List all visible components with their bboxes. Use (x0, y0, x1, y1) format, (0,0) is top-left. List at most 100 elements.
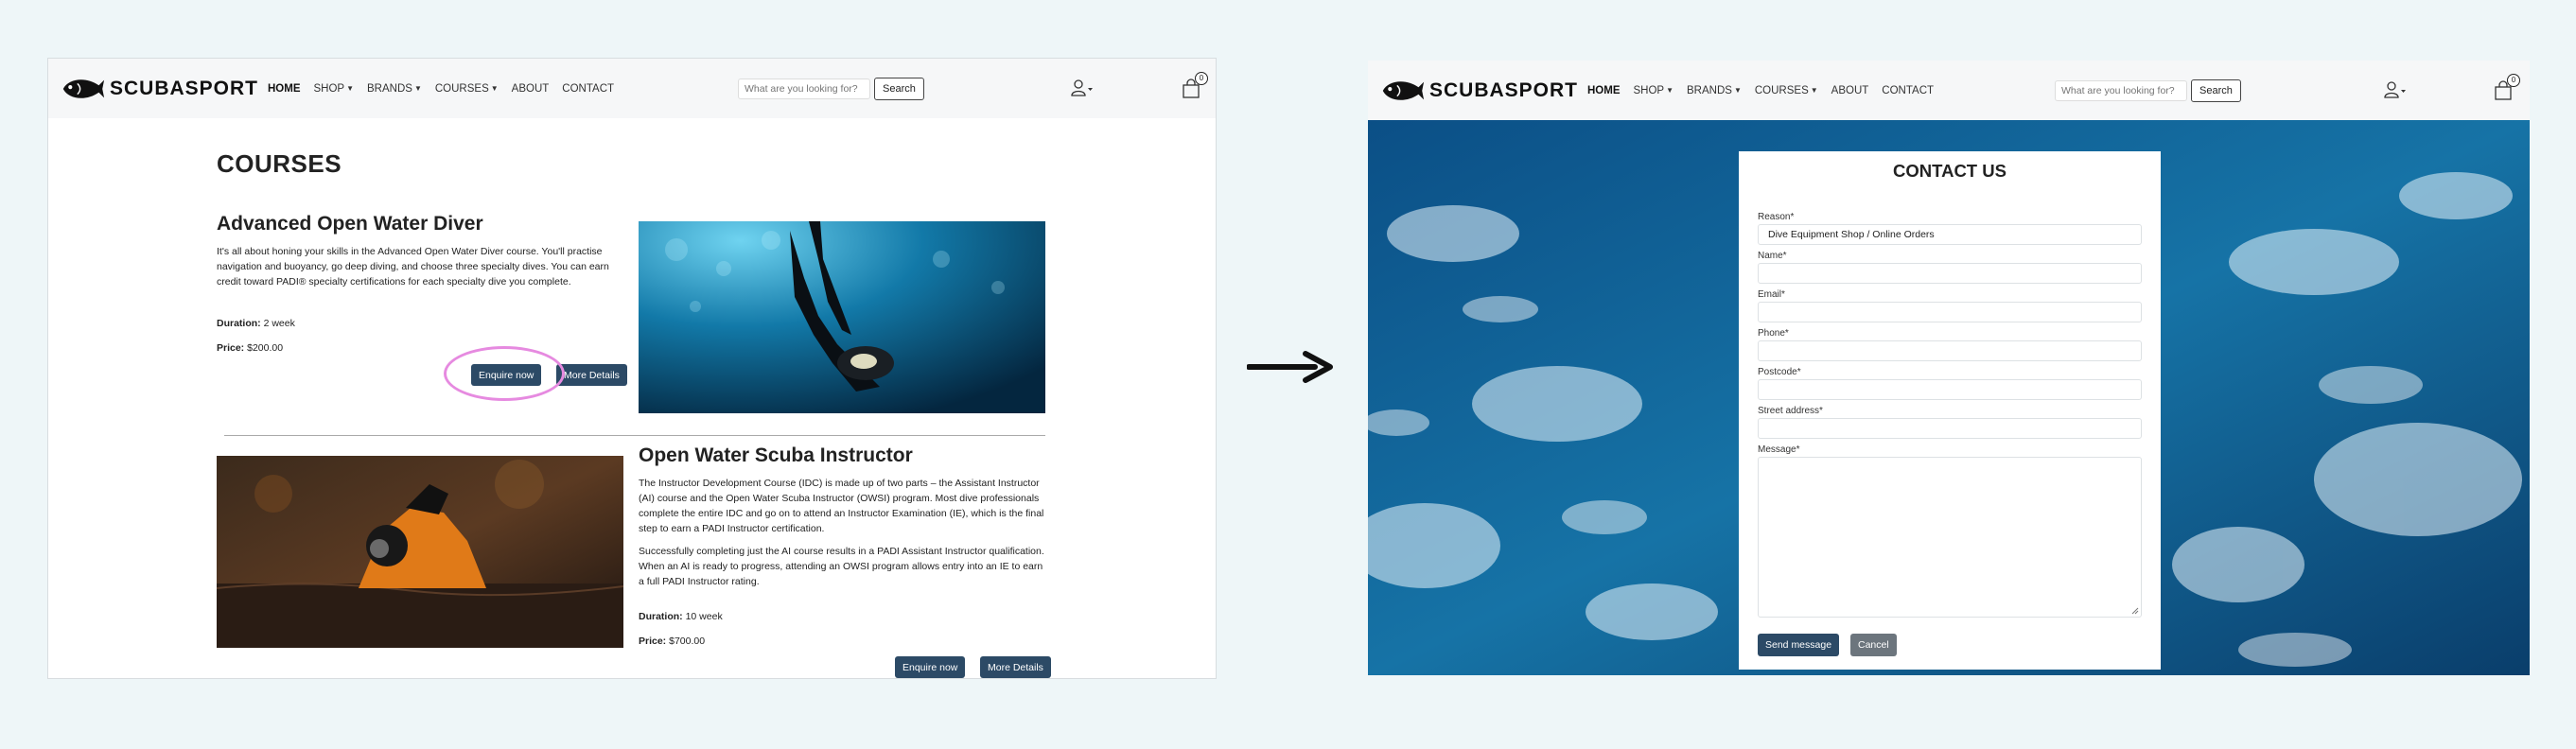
chevron-down-icon: ▼ (413, 83, 422, 93)
diver-river-image (217, 456, 623, 648)
nav-shop-label: SHOP (313, 82, 345, 95)
fish-logo-icon (1382, 80, 1425, 100)
reason-select[interactable]: Dive Equipment Shop / Online Orders (1758, 224, 2142, 245)
cart-count-badge: 0 (2507, 74, 2520, 87)
phone-label: Phone* (1758, 328, 1789, 339)
chevron-down-icon: ▼ (1733, 85, 1742, 95)
cart-button[interactable]: 0 (2492, 74, 2520, 102)
nav-about-label: ABOUT (1831, 84, 1869, 96)
fish-logo-icon (62, 78, 105, 98)
enquire-now-button[interactable]: Enquire now (895, 656, 966, 678)
page-title: COURSES (217, 149, 342, 178)
search-button[interactable]: Search (2191, 79, 2241, 102)
main-nav: HOME SHOP ▼ BRANDS ▼ COURSES ▼ ABOUT CONTAC… (1587, 85, 1934, 96)
street-address-label: Street address* (1758, 406, 1823, 416)
nav-brands-label: BRANDS (367, 82, 412, 95)
nav-home-label: HOME (268, 82, 301, 95)
chevron-down-icon: ▼ (1666, 85, 1674, 95)
diver-photo (639, 221, 1045, 413)
brand-logo[interactable]: SCUBASPORT (1379, 76, 1578, 106)
nav-brands[interactable]: BRANDS ▼ (367, 83, 422, 95)
search-bar: Search (2055, 79, 2241, 102)
nav-contact[interactable]: CONTACT (1882, 85, 1934, 96)
nav-brands-label: BRANDS (1687, 84, 1732, 96)
more-details-button[interactable]: More Details (556, 364, 627, 386)
nav-courses[interactable]: COURSES ▼ (435, 83, 499, 95)
course-title: Open Water Scuba Instructor (639, 444, 913, 466)
cart-count-badge: 0 (1195, 72, 1208, 85)
user-icon[interactable] (1071, 79, 1094, 96)
nav-contact-label: CONTACT (562, 82, 615, 95)
more-details-button[interactable]: More Details (980, 656, 1051, 678)
reason-label: Reason* (1758, 212, 1795, 222)
email-label: Email* (1758, 289, 1785, 300)
postcode-label: Postcode* (1758, 367, 1801, 377)
user-icon[interactable] (2384, 81, 2407, 98)
course-duration: Duration: 2 week (217, 318, 295, 329)
course-price: Price: $700.00 (639, 636, 705, 647)
phone-field[interactable] (1758, 340, 2142, 361)
nav-contact[interactable]: CONTACT (562, 83, 614, 95)
nav-brands[interactable]: BRANDS ▼ (1687, 85, 1742, 96)
course-description-text: It's all about honing your skills in the… (217, 246, 609, 287)
right-arrow-icon (1247, 351, 1333, 383)
highlight-annotation-ring (444, 346, 565, 401)
duration-label: Duration: (217, 318, 261, 329)
nav-about[interactable]: ABOUT (1831, 85, 1869, 96)
price-label: Price: (639, 636, 667, 647)
nav-shop[interactable]: SHOP ▼ (1634, 85, 1674, 96)
postcode-field[interactable] (1758, 379, 2142, 400)
price-label: Price: (217, 342, 245, 354)
search-input[interactable] (738, 78, 870, 99)
courses-page-screenshot: SCUBASPORT HOME SHOP ▼ BRANDS ▼ COURSES ▼ A… (47, 58, 1217, 679)
nav-about-label: ABOUT (511, 82, 550, 95)
contact-form-card: CONTACT US Reason* Dive Equipment Shop /… (1739, 151, 2161, 670)
main-nav: HOME SHOP ▼ BRANDS ▼ COURSES ▼ ABOUT CONTAC… (268, 83, 614, 95)
course-description-text: Successfully completing just the AI cour… (639, 546, 1044, 587)
nav-shop[interactable]: SHOP ▼ (314, 83, 355, 95)
nav-home-label: HOME (1587, 84, 1621, 96)
nav-home[interactable]: HOME (268, 83, 301, 95)
send-message-button[interactable]: Send message (1758, 634, 1840, 656)
name-field[interactable] (1758, 263, 2142, 284)
search-button[interactable]: Search (874, 78, 924, 100)
diver-river-photo (217, 456, 623, 648)
course-title: Advanced Open Water Diver (217, 213, 483, 235)
chevron-down-icon: ▼ (346, 83, 355, 93)
nav-courses-label: COURSES (1754, 84, 1809, 96)
nav-contact-label: CONTACT (1882, 84, 1935, 96)
price-value: $700.00 (666, 636, 706, 647)
nav-courses[interactable]: COURSES ▼ (1755, 85, 1818, 96)
contact-page-screenshot: SCUBASPORT HOME SHOP ▼ BRANDS ▼ COURSES ▼ A… (1368, 61, 2530, 675)
name-label: Name* (1758, 251, 1787, 261)
brand-wordmark: SCUBASPORT (109, 77, 258, 99)
site-navbar: SCUBASPORT HOME SHOP ▼ BRANDS ▼ COURSES ▼ A… (1368, 61, 2530, 120)
site-navbar: SCUBASPORT HOME SHOP ▼ BRANDS ▼ COURSES ▼ A… (48, 59, 1216, 118)
duration-value: 10 week (682, 611, 723, 622)
brand-wordmark: SCUBASPORT (1428, 78, 1578, 101)
course-duration: Duration: 10 week (639, 611, 723, 622)
search-bar: Search (738, 78, 924, 100)
cart-button[interactable]: 0 (1180, 72, 1208, 100)
resize-handle-icon[interactable] (2131, 607, 2139, 615)
contact-form-title: CONTACT US (1893, 161, 2006, 181)
brand-logo[interactable]: SCUBASPORT (60, 74, 258, 104)
nav-courses-label: COURSES (434, 82, 489, 95)
course-description-text: The Instructor Development Course (IDC) … (639, 478, 1044, 534)
nav-shop-label: SHOP (1633, 84, 1665, 96)
search-input[interactable] (2055, 80, 2187, 101)
email-field[interactable] (1758, 302, 2142, 322)
chevron-down-icon: ▼ (490, 83, 499, 93)
diver-underwater-image (639, 221, 1045, 413)
nav-home[interactable]: HOME (1587, 85, 1621, 96)
chevron-down-icon: ▼ (1810, 85, 1818, 95)
course-divider (224, 435, 1045, 436)
street-address-field[interactable] (1758, 418, 2142, 439)
course-description: The Instructor Development Course (IDC) … (639, 476, 1047, 597)
duration-value: 2 week (260, 318, 295, 329)
course-price: Price: $200.00 (217, 342, 283, 354)
duration-label: Duration: (639, 611, 683, 622)
cancel-button[interactable]: Cancel (1850, 634, 1897, 656)
nav-about[interactable]: ABOUT (512, 83, 550, 95)
message-textarea[interactable] (1758, 457, 2142, 618)
